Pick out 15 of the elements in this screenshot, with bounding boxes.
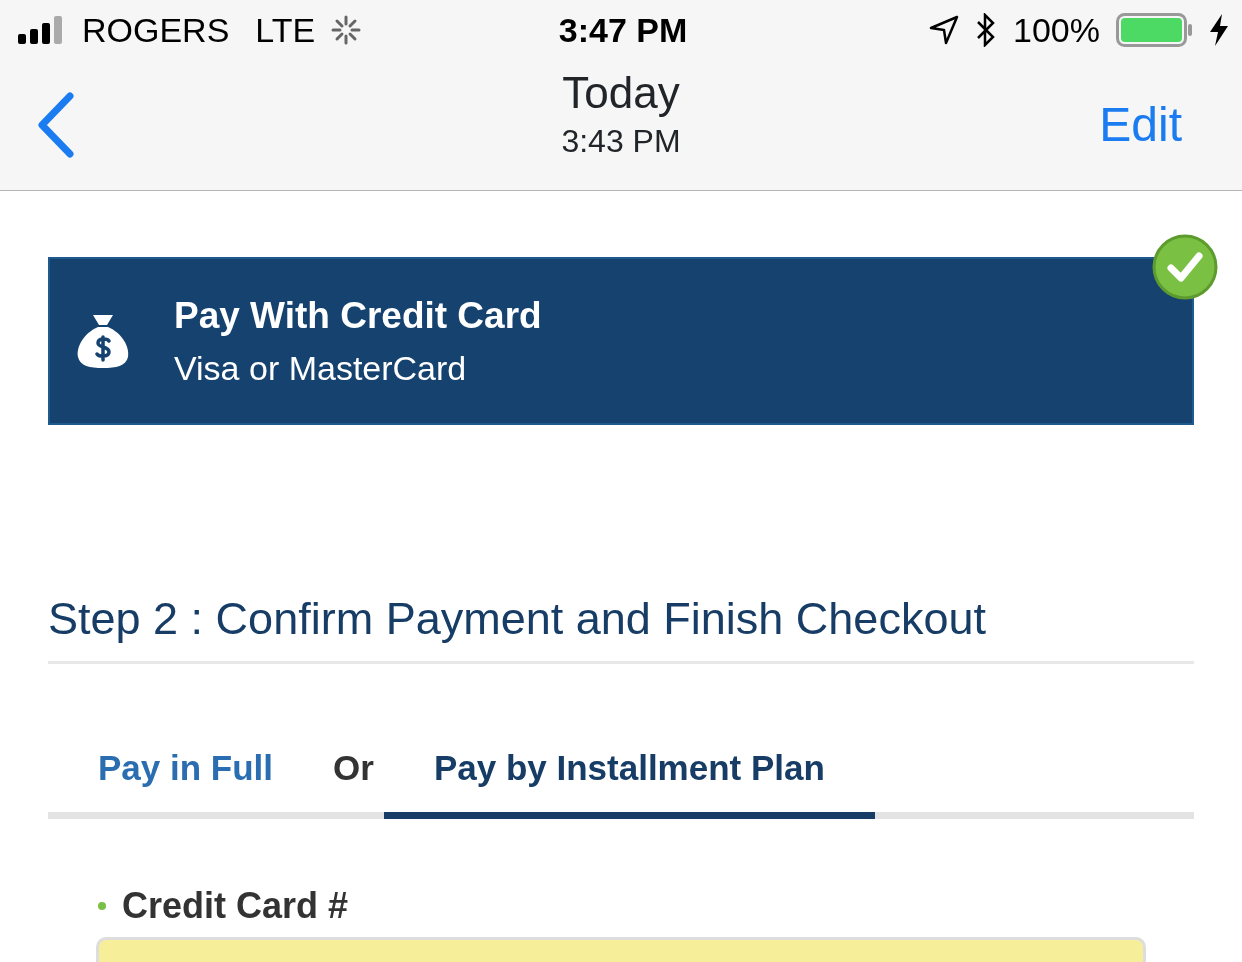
clock-time: 3:47 PM: [558, 9, 688, 51]
battery-percent: 100%: [1013, 9, 1100, 51]
nav-subtitle: 3:43 PM: [561, 122, 681, 160]
payment-tab[interactable]: Pay by Installment Plan: [383, 741, 875, 819]
payment-option-card[interactable]: Pay With Credit Card Visa or MasterCard: [48, 257, 1194, 425]
payment-tab[interactable]: Pay in Full: [48, 741, 324, 819]
step-heading: Step 2 : Confirm Payment and Finish Checkout: [48, 585, 1194, 664]
carrier-name: ROGERS: [82, 9, 230, 51]
option-title: Pay With Credit Card: [174, 293, 542, 338]
field-label: Credit Card #: [122, 884, 349, 928]
edit-button[interactable]: Edit: [1099, 89, 1182, 161]
separator-text: Or: [332, 746, 375, 789]
nav-title: Today: [561, 68, 681, 119]
network-type: LTE: [255, 9, 316, 51]
option-subtitle: Visa or MasterCard: [174, 348, 468, 390]
